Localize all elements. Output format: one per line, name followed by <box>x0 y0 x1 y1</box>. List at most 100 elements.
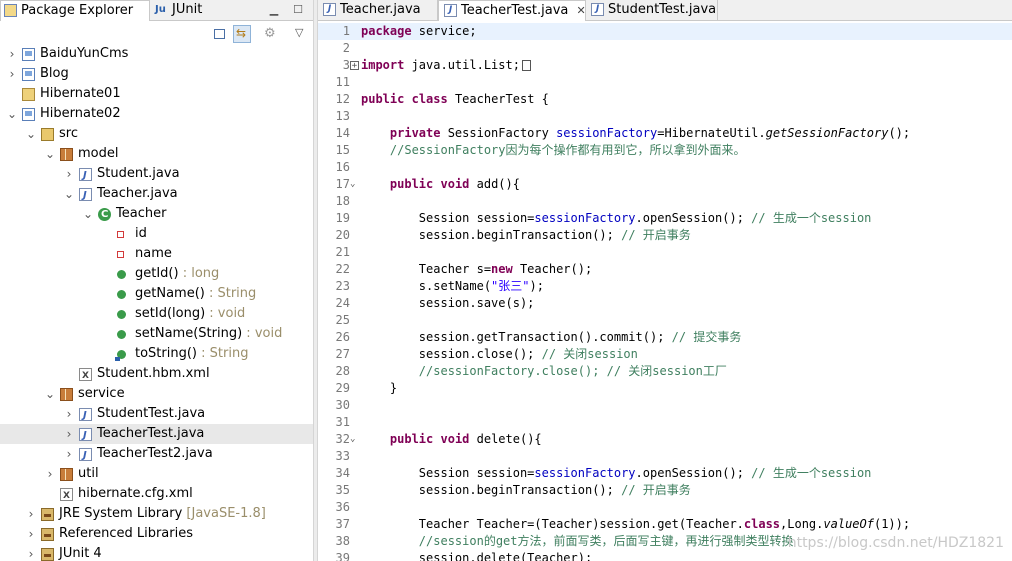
code-editor[interactable]: 1 package service; 2 3 + import java.util.Lis… <box>318 22 1012 561</box>
tree-item[interactable]: › Blog <box>0 64 313 84</box>
expand-chevron-down-icon[interactable]: ⌄ <box>44 144 56 164</box>
code-text: session.save(s); <box>361 296 535 310</box>
code-line[interactable]: 32 ⌄ public void delete(){ <box>318 431 1012 448</box>
code-line[interactable]: 13 <box>318 108 1012 125</box>
fold-expand-icon[interactable]: + <box>350 61 359 71</box>
tree-item[interactable]: getId() : long <box>0 264 313 284</box>
tree-item[interactable]: name <box>0 244 313 264</box>
fold-collapse-icon[interactable]: ⌄ <box>350 180 359 189</box>
expand-chevron-right-icon[interactable]: › <box>6 64 18 84</box>
tree-item[interactable]: › TeacherTest2.java <box>0 444 313 466</box>
collapse-all-button[interactable] <box>210 25 228 43</box>
tree-item[interactable]: Student.hbm.xml <box>0 364 313 386</box>
code-line[interactable]: 21 <box>318 244 1012 261</box>
expand-chevron-right-icon[interactable]: › <box>6 44 18 64</box>
expand-chevron-right-icon[interactable]: › <box>63 164 75 184</box>
tree-item[interactable]: ⌄ Teacher.java <box>0 184 313 206</box>
code-line[interactable]: 24 session.save(s); <box>318 295 1012 312</box>
tree-item-label: Student.hbm.xml <box>97 366 210 381</box>
code-line[interactable]: 35 session.beginTransaction(); // 开启事务 <box>318 482 1012 499</box>
code-line[interactable]: 36 <box>318 499 1012 516</box>
code-line[interactable]: 23 s.setName("张三"); <box>318 278 1012 295</box>
filters-icon[interactable]: ⚙ <box>264 26 276 41</box>
fold-collapse-icon[interactable]: ⌄ <box>350 435 359 444</box>
expand-chevron-right-icon[interactable]: › <box>44 464 56 484</box>
tree-item[interactable]: ⌄ model <box>0 144 313 164</box>
code-line[interactable]: 18 <box>318 193 1012 210</box>
code-line[interactable]: 3 + import java.util.List; <box>318 57 1012 74</box>
code-line[interactable]: 34 Session session=sessionFactory.openSe… <box>318 465 1012 482</box>
line-number: 34 <box>335 466 350 480</box>
code-line[interactable]: 37 Teacher Teacher=(Teacher)session.get(… <box>318 516 1012 533</box>
tree-item[interactable]: › util <box>0 464 313 484</box>
code-line[interactable]: 11 <box>318 74 1012 91</box>
code-line[interactable]: 28 //sessionFactory.close(); // 关闭sessio… <box>318 363 1012 380</box>
code-line[interactable]: 27 session.close(); // 关闭session <box>318 346 1012 363</box>
code-line[interactable]: 14 private SessionFactory sessionFactory… <box>318 125 1012 142</box>
code-line[interactable]: 31 <box>318 414 1012 431</box>
code-line[interactable]: 1 package service; <box>318 23 1012 40</box>
code-line[interactable]: 22 Teacher s=new Teacher(); <box>318 261 1012 278</box>
code-line[interactable]: 25 <box>318 312 1012 329</box>
code-line[interactable]: 26 session.getTransaction().commit(); //… <box>318 329 1012 346</box>
expand-chevron-right-icon[interactable]: › <box>25 524 37 544</box>
line-number: 30 <box>335 398 350 412</box>
code-line[interactable]: 12 public class TeacherTest { <box>318 91 1012 108</box>
tree-item[interactable]: › BaiduYunCms <box>0 44 313 64</box>
tree-item[interactable]: setName(String) : void <box>0 324 313 344</box>
code-line[interactable]: 17 ⌄ public void add(){ <box>318 176 1012 193</box>
code-text: Session session=sessionFactory.openSessi… <box>361 466 872 480</box>
tree-item[interactable]: › JUnit 4 <box>0 544 313 561</box>
link-with-editor-button[interactable] <box>233 25 251 43</box>
code-line[interactable]: 15 //SessionFactory因为每个操作都有用到它，所以拿到外面来。 <box>318 142 1012 159</box>
tree-item[interactable]: › StudentTest.java <box>0 404 313 426</box>
code-line[interactable]: 30 <box>318 397 1012 414</box>
code-line[interactable]: 29 } <box>318 380 1012 397</box>
expand-chevron-right-icon[interactable]: › <box>63 404 75 424</box>
line-number: 3 <box>342 58 350 72</box>
expand-chevron-down-icon[interactable]: ⌄ <box>82 204 94 224</box>
tree-item[interactable]: setId(long) : void <box>0 304 313 324</box>
expand-chevron-down-icon[interactable]: ⌄ <box>63 184 75 204</box>
tab-teachertest-java[interactable]: J TeacherTest.java ✕ <box>438 0 586 21</box>
xml-file-icon <box>79 366 92 386</box>
minimize-view-icon[interactable]: ▁ <box>267 3 281 17</box>
tree-item[interactable]: ⌄ Hibernate02 <box>0 104 313 124</box>
tree-item[interactable]: ⌄ service <box>0 384 313 404</box>
library-icon <box>41 528 54 541</box>
private-field-icon <box>117 231 124 238</box>
tab-studenttest-java[interactable]: J StudentTest.java <box>586 0 718 21</box>
tree-item[interactable]: › TeacherTest.java <box>0 424 313 446</box>
tree-item[interactable]: Hibernate01 <box>0 84 313 104</box>
tree-item[interactable]: › Referenced Libraries <box>0 524 313 544</box>
tab-junit[interactable]: Ju JUnit <box>152 0 212 21</box>
expand-chevron-down-icon[interactable]: ⌄ <box>6 104 18 124</box>
code-line[interactable]: 19 Session session=sessionFactory.openSe… <box>318 210 1012 227</box>
tree-item[interactable]: id <box>0 224 313 244</box>
tree-item[interactable]: › Student.java <box>0 164 313 186</box>
maximize-view-icon[interactable]: ☐ <box>291 3 305 17</box>
tree-item[interactable]: ⌄ Teacher <box>0 204 313 225</box>
expand-chevron-right-icon[interactable]: › <box>25 544 37 561</box>
expand-chevron-right-icon[interactable]: › <box>63 444 75 464</box>
tree-item[interactable]: hibernate.cfg.xml <box>0 484 313 506</box>
tab-package-explorer[interactable]: Package Explorer <box>0 0 150 21</box>
tree-item-type: : long <box>178 266 220 281</box>
line-number: 27 <box>335 347 350 361</box>
view-menu-chevron-down-icon[interactable]: ▽ <box>295 26 303 39</box>
expand-chevron-right-icon[interactable]: › <box>63 424 75 444</box>
expand-chevron-down-icon[interactable]: ⌄ <box>25 124 37 144</box>
code-line[interactable]: 39 session.delete(Teacher); <box>318 550 1012 561</box>
close-tab-icon[interactable]: ✕ <box>577 4 586 17</box>
tree-item[interactable]: › JRE System Library [JavaSE-1.8] <box>0 504 313 524</box>
code-line[interactable]: 16 <box>318 159 1012 176</box>
tree-item[interactable]: ⌄ src <box>0 124 313 144</box>
code-line[interactable]: 20 session.beginTransaction(); // 开启事务 <box>318 227 1012 244</box>
expand-chevron-down-icon[interactable]: ⌄ <box>44 384 56 404</box>
tab-teacher-java[interactable]: J Teacher.java <box>318 0 438 21</box>
tree-item[interactable]: toString() : String <box>0 344 313 364</box>
code-line[interactable]: 2 <box>318 40 1012 57</box>
expand-chevron-right-icon[interactable]: › <box>25 504 37 524</box>
code-line[interactable]: 33 <box>318 448 1012 465</box>
tree-item[interactable]: getName() : String <box>0 284 313 304</box>
